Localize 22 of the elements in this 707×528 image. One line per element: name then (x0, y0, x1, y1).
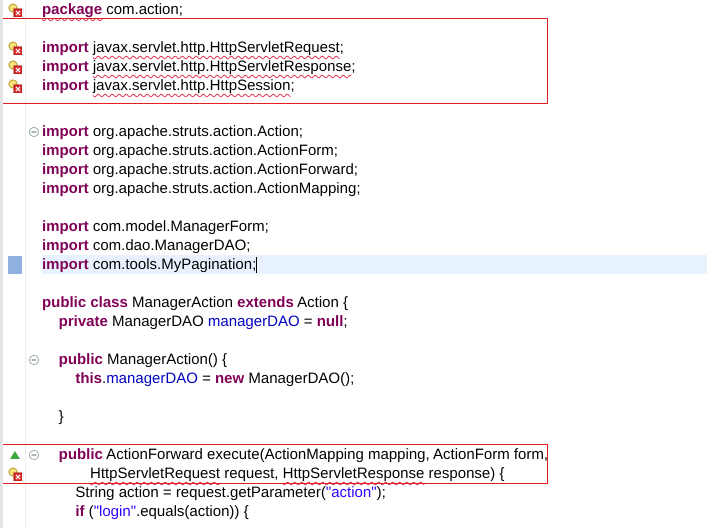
code-line: import org.apache.struts.action.ActionForm; (42, 141, 338, 160)
code-line: String action = request.getParameter("action"); (74, 483, 386, 502)
collapse-icon[interactable] (29, 354, 39, 364)
code-line: package com.action; (42, 0, 183, 19)
code-line: private ManagerDAO managerDAO = null; (58, 312, 348, 331)
code-line: import com.dao.ManagerDAO; (42, 236, 250, 255)
code-line: public class ManagerAction extends Action { (42, 293, 348, 312)
collapse-icon[interactable] (29, 126, 39, 136)
code-line: import javax.servlet.http.HttpServletResponse; (42, 57, 356, 76)
code-line: } (58, 407, 64, 426)
code-line: import javax.servlet.http.HttpServletRequest; (42, 38, 344, 57)
code-line: public ActionForward execute(ActionMapping mapping, ActionForm form, (58, 445, 548, 464)
code-line: import org.apache.struts.action.Action; (42, 122, 303, 141)
collapse-icon[interactable] (29, 450, 39, 460)
code-line: import javax.servlet.http.HttpSession; (42, 76, 295, 95)
code-line: import org.apache.struts.action.ActionMapping; (42, 179, 360, 198)
code-line: import org.apache.struts.action.ActionForward; (42, 160, 358, 179)
code-line: if ("login".equals(action)) { (74, 502, 249, 521)
code-line: HttpServletRequest request, HttpServletResponse response) { (89, 464, 504, 483)
code-line: public ManagerAction() { (58, 350, 228, 369)
code-line: this.managerDAO = new ManagerDAO(); (74, 369, 354, 388)
code-line: import com.model.ManagerForm; (42, 217, 269, 236)
